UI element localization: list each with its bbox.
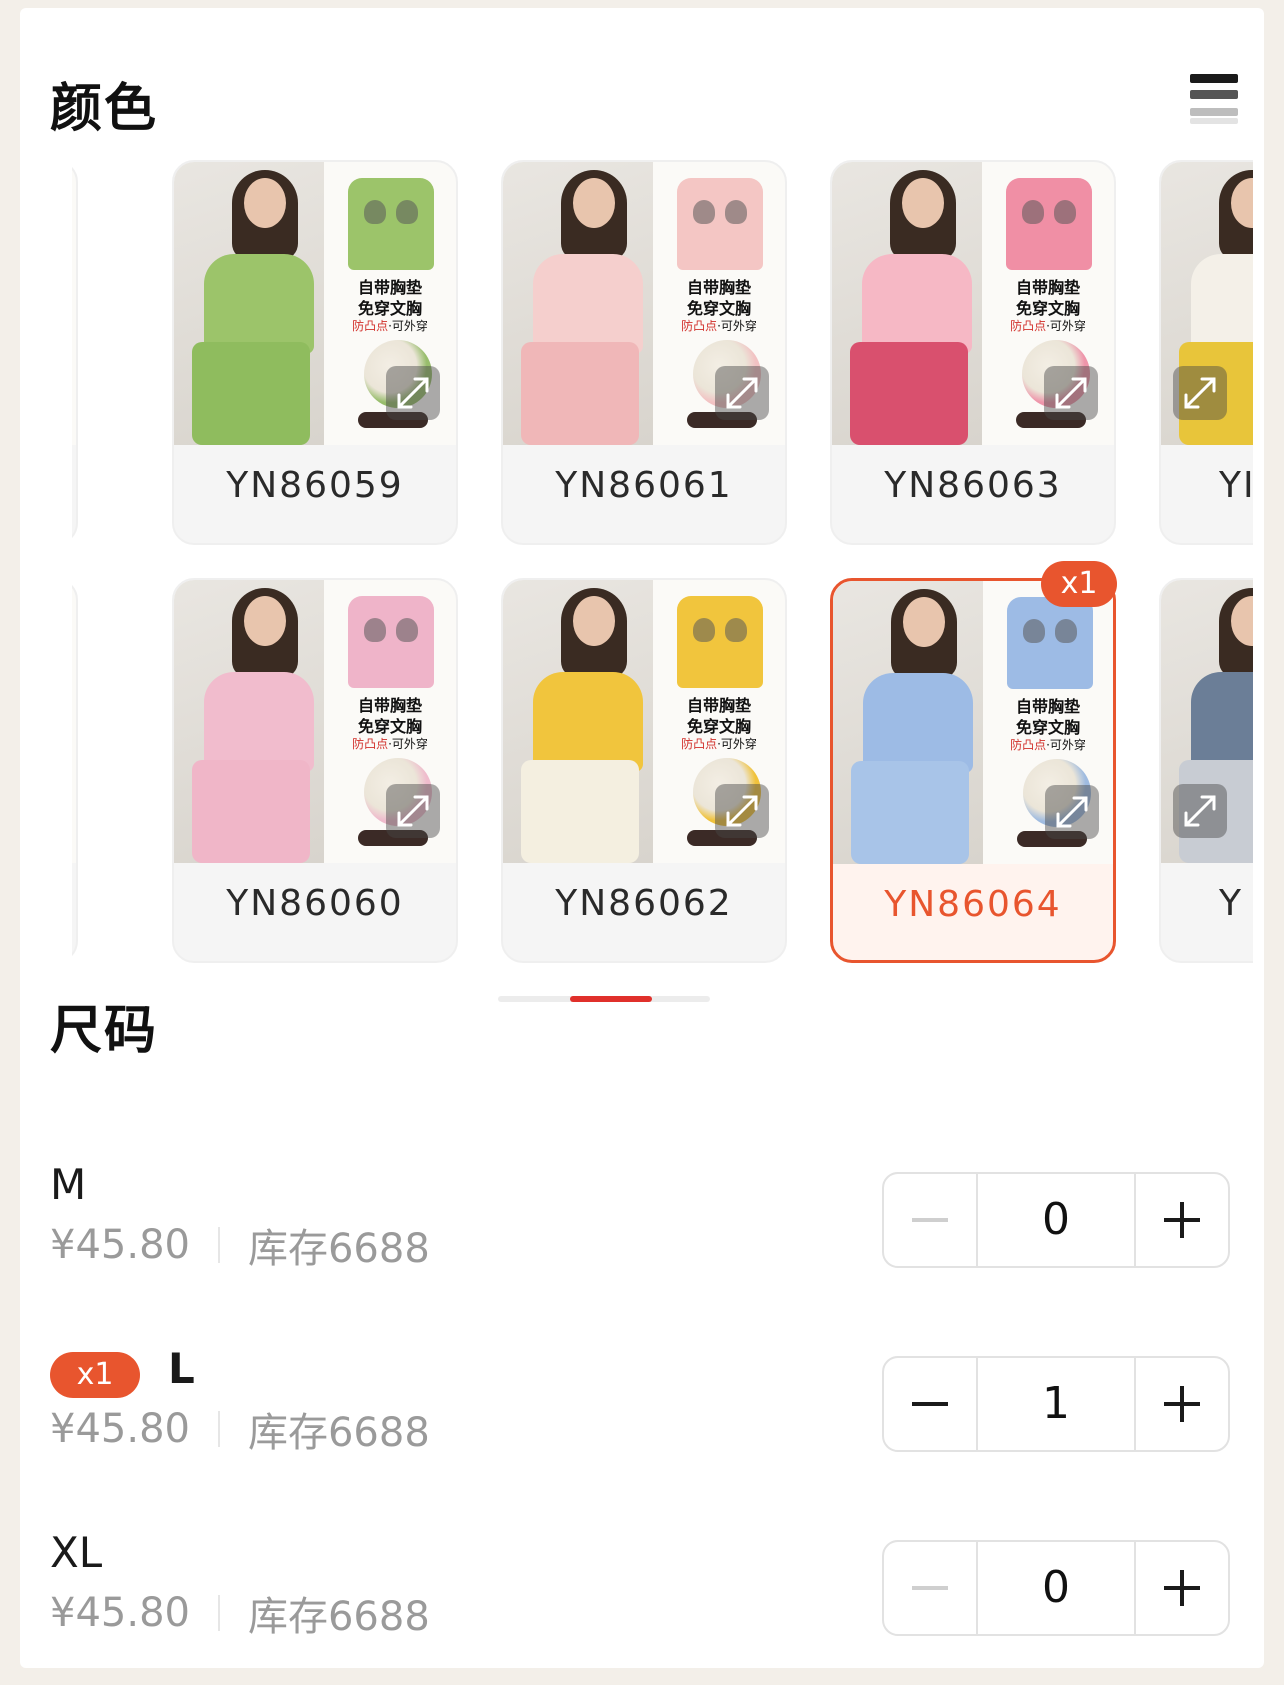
color-code-label: YN86059 — [226, 465, 404, 506]
divider — [217, 1595, 220, 1631]
product-detail-panel: 自带胸垫免穿文胸防凸点·可外穿 — [72, 580, 76, 863]
model-photo — [174, 162, 324, 445]
model-photo — [503, 162, 653, 445]
feature-line-3: 防凸点·可外穿 — [1010, 738, 1086, 752]
minus-icon — [912, 1586, 948, 1590]
feature-line-2: 免穿文胸 — [1015, 299, 1080, 318]
carousel-active-dot — [570, 996, 652, 1002]
feature-line-3: 防凸点·可外穿 — [352, 737, 428, 751]
expand-icon[interactable] — [1045, 785, 1099, 839]
feature-line-2: 免穿文胸 — [686, 299, 751, 318]
quantity-value[interactable]: 1 — [978, 1358, 1134, 1450]
color-code-label: YI — [1219, 465, 1253, 506]
size-meta: ¥45.80 库存6688 — [50, 1216, 430, 1274]
color-option-card[interactable]: 自带胸垫 免穿文胸 防凸点·可外穿 YN86059 — [172, 160, 458, 545]
size-section-title: 尺码 — [50, 1001, 159, 1061]
increment-button[interactable] — [1134, 1358, 1228, 1450]
model-photo — [174, 580, 324, 863]
expand-icon[interactable] — [715, 784, 769, 838]
color-option-card[interactable]: 自带胸垫 免穿文胸 防凸点·可外穿 YN86064 x1 — [830, 561, 1117, 963]
size-price: ¥45.80 — [50, 1590, 190, 1636]
color-code-label: YN86064 — [884, 884, 1062, 925]
feature-line-3: 防凸点·可外穿 — [72, 317, 76, 334]
feature-line-3: 防凸点·可外穿 — [72, 735, 76, 752]
color-thumbnail: 自带胸垫免穿文胸防凸点·可外穿 — [72, 580, 76, 863]
feature-line-3: 防凸点·可外穿 — [1010, 319, 1086, 333]
increment-button[interactable] — [1134, 1174, 1228, 1266]
model-photo — [832, 162, 982, 445]
minus-icon — [912, 1402, 948, 1406]
plus-icon — [1164, 1386, 1200, 1422]
minus-icon — [912, 1218, 948, 1222]
feature-line-3: 防凸点·可外穿 — [681, 737, 757, 751]
quantity-value[interactable]: 0 — [978, 1542, 1134, 1634]
product-detail-panel: 自带胸垫免穿文胸防凸点·可外穿 — [72, 162, 76, 445]
color-code-label: Y — [1219, 883, 1243, 924]
color-option-card[interactable]: 自带胸垫 免穿文胸 防凸点·可外穿 YN86062 — [501, 578, 787, 963]
quantity-stepper: 0 — [882, 1172, 1230, 1268]
color-option-card[interactable]: 自带胸垫 免穿文胸 防凸点·可外穿 YN86063 — [830, 160, 1116, 545]
size-price: ¥45.80 — [50, 1406, 190, 1452]
feature-line-3: 防凸点·可外穿 — [681, 319, 757, 333]
color-option-card[interactable]: 自带胸垫免穿文胸防凸点·可外穿YI — [1159, 160, 1253, 545]
quantity-stepper: 0 — [882, 1540, 1230, 1636]
decrement-button[interactable] — [884, 1358, 978, 1450]
decrement-button[interactable] — [884, 1174, 978, 1266]
expand-icon[interactable] — [386, 784, 440, 838]
feature-line-2: 免穿文胸 — [357, 717, 422, 736]
color-code-label: 3 — [72, 883, 76, 924]
list-view-toggle-icon[interactable] — [1190, 74, 1238, 124]
divider — [217, 1227, 220, 1263]
size-name: XL — [50, 1528, 103, 1577]
color-option-card[interactable]: 自带胸垫 免穿文胸 防凸点·可外穿 YN86060 — [172, 578, 458, 963]
quantity-value[interactable]: 0 — [978, 1174, 1134, 1266]
color-option-card[interactable]: 自带胸垫免穿文胸防凸点·可外穿Y — [1159, 578, 1253, 963]
size-meta: ¥45.80 库存6688 — [50, 1584, 430, 1642]
color-grid: 自带胸垫免穿文胸防凸点·可外穿 7 自带胸垫免穿文胸防凸点·可外穿 YN86059 自带… — [72, 158, 1253, 978]
expand-icon[interactable] — [1173, 784, 1227, 838]
size-name: L — [168, 1344, 195, 1393]
size-meta: ¥45.80 库存6688 — [50, 1400, 430, 1458]
sku-picker-sheet: 颜色 自带胸垫免穿文胸防凸点·可外穿 7 自带胸垫免穿文胸防凸点·可外穿 YN8605… — [20, 8, 1264, 1668]
size-row-l: x1 L ¥45.80 库存6688 1 — [50, 1344, 1230, 1464]
feature-line-3: 防凸点·可外穿 — [352, 319, 428, 333]
feature-line-2: 免穿文胸 — [1015, 718, 1080, 737]
size-stock: 库存6688 — [247, 1226, 430, 1272]
plus-icon — [1164, 1202, 1200, 1238]
color-code-label: YN86063 — [884, 465, 1062, 506]
color-option-card[interactable]: 自带胸垫免穿文胸防凸点·可外穿 7 — [72, 160, 78, 545]
divider — [217, 1411, 220, 1447]
feature-line-2: 免穿文胸 — [357, 299, 422, 318]
size-price: ¥45.80 — [50, 1222, 190, 1268]
color-code-label: YN86060 — [226, 883, 404, 924]
model-photo — [833, 581, 983, 864]
decrement-button[interactable] — [884, 1542, 978, 1634]
size-row-m: M ¥45.80 库存6688 0 — [50, 1160, 1230, 1280]
feature-line-2: 免穿文胸 — [72, 295, 76, 319]
feature-line-2: 免穿文胸 — [686, 717, 751, 736]
quantity-stepper: 1 — [882, 1356, 1230, 1452]
feature-line-2: 免穿文胸 — [72, 713, 76, 737]
color-thumbnail: 自带胸垫免穿文胸防凸点·可外穿 — [72, 162, 76, 445]
color-section-title: 颜色 — [50, 79, 159, 139]
carousel-page-indicator — [498, 996, 710, 1002]
size-stock: 库存6688 — [247, 1594, 430, 1640]
expand-icon[interactable] — [1044, 366, 1098, 420]
color-option-card[interactable]: 自带胸垫 免穿文胸 防凸点·可外穿 YN86061 — [501, 160, 787, 545]
model-photo — [503, 580, 653, 863]
expand-icon[interactable] — [1173, 366, 1227, 420]
expand-icon[interactable] — [715, 366, 769, 420]
color-option-card[interactable]: 自带胸垫免穿文胸防凸点·可外穿 3 — [72, 578, 78, 963]
color-code-label: 7 — [72, 465, 76, 506]
expand-icon[interactable] — [386, 366, 440, 420]
size-row-xl: XL ¥45.80 库存6688 0 — [50, 1528, 1230, 1648]
size-stock: 库存6688 — [247, 1410, 430, 1456]
size-name: M — [50, 1160, 87, 1209]
color-code-label: YN86061 — [555, 465, 733, 506]
increment-button[interactable] — [1134, 1542, 1228, 1634]
color-code-label: YN86062 — [555, 883, 733, 924]
selected-count-badge: x1 — [1041, 561, 1117, 607]
plus-icon — [1164, 1570, 1200, 1606]
selected-count-badge: x1 — [50, 1352, 140, 1398]
